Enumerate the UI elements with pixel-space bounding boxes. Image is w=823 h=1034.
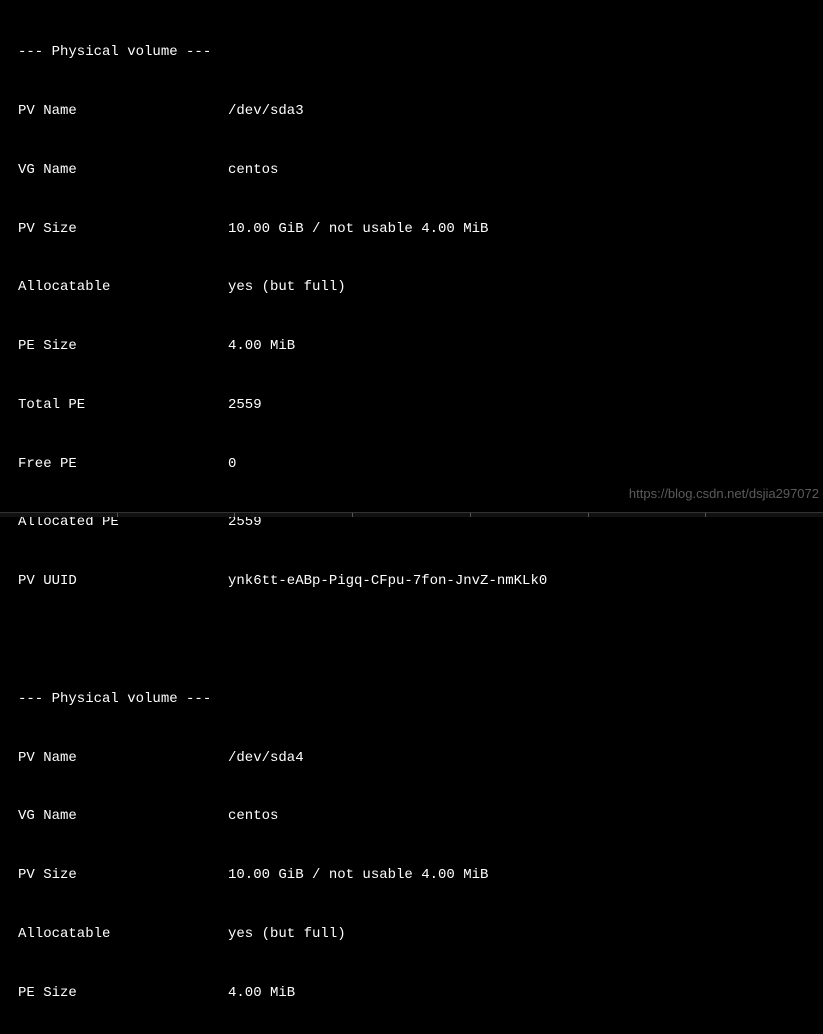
field-value: 4.00 MiB: [228, 984, 295, 1004]
pv2-header: --- Physical volume ---: [8, 690, 815, 710]
pv1-header: --- Physical volume ---: [8, 43, 815, 63]
pv1-field: Free PE0: [8, 455, 815, 475]
field-label: PV UUID: [8, 572, 228, 592]
field-value: centos: [228, 161, 278, 181]
field-value: ynk6tt-eABp-Pigq-CFpu-7fon-JnvZ-nmKLk0: [228, 572, 547, 592]
pv1-field: VG Namecentos: [8, 161, 815, 181]
field-label: PV Size: [8, 220, 228, 240]
tab[interactable]: [118, 513, 236, 517]
field-value: 4.00 MiB: [228, 337, 295, 357]
field-label: Allocatable: [8, 278, 228, 298]
pv2-field: VG Namecentos: [8, 807, 815, 827]
field-value: yes (but full): [228, 925, 346, 945]
field-label: Allocatable: [8, 925, 228, 945]
pv2-field: PV Name/dev/sda4: [8, 749, 815, 769]
field-value: 10.00 GiB / not usable 4.00 MiB: [228, 866, 488, 886]
blank-line: [8, 631, 815, 651]
tab[interactable]: [0, 513, 118, 517]
field-value: /dev/sda4: [228, 749, 304, 769]
field-label: VG Name: [8, 807, 228, 827]
field-label: PE Size: [8, 984, 228, 1004]
field-label: PV Name: [8, 102, 228, 122]
tab[interactable]: [235, 513, 353, 517]
field-label: Free PE: [8, 455, 228, 475]
pv2-field: Allocatableyes (but full): [8, 925, 815, 945]
field-value: /dev/sda3: [228, 102, 304, 122]
pv1-field: PE Size4.00 MiB: [8, 337, 815, 357]
field-label: VG Name: [8, 161, 228, 181]
field-value: 0: [228, 455, 236, 475]
field-label: Total PE: [8, 396, 228, 416]
field-label: PV Name: [8, 749, 228, 769]
tab[interactable]: [589, 513, 707, 517]
field-value: centos: [228, 807, 278, 827]
pv1-field: PV Name/dev/sda3: [8, 102, 815, 122]
pv2-field: PE Size4.00 MiB: [8, 984, 815, 1004]
pv1-field: PV UUIDynk6tt-eABp-Pigq-CFpu-7fon-JnvZ-n…: [8, 572, 815, 592]
field-value: 2559: [228, 396, 262, 416]
pv1-field: Allocatableyes (but full): [8, 278, 815, 298]
bottom-tab-bar: [0, 512, 823, 517]
field-label: PV Size: [8, 866, 228, 886]
field-label: PE Size: [8, 337, 228, 357]
field-value: 10.00 GiB / not usable 4.00 MiB: [228, 220, 488, 240]
pv1-field: PV Size10.00 GiB / not usable 4.00 MiB: [8, 220, 815, 240]
pv2-field: PV Size10.00 GiB / not usable 4.00 MiB: [8, 866, 815, 886]
terminal-output[interactable]: --- Physical volume --- PV Name/dev/sda3…: [8, 4, 815, 1034]
tab[interactable]: [353, 513, 471, 517]
tab[interactable]: [471, 513, 589, 517]
field-value: yes (but full): [228, 278, 346, 298]
tab[interactable]: [706, 513, 823, 517]
pv1-field: Total PE2559: [8, 396, 815, 416]
